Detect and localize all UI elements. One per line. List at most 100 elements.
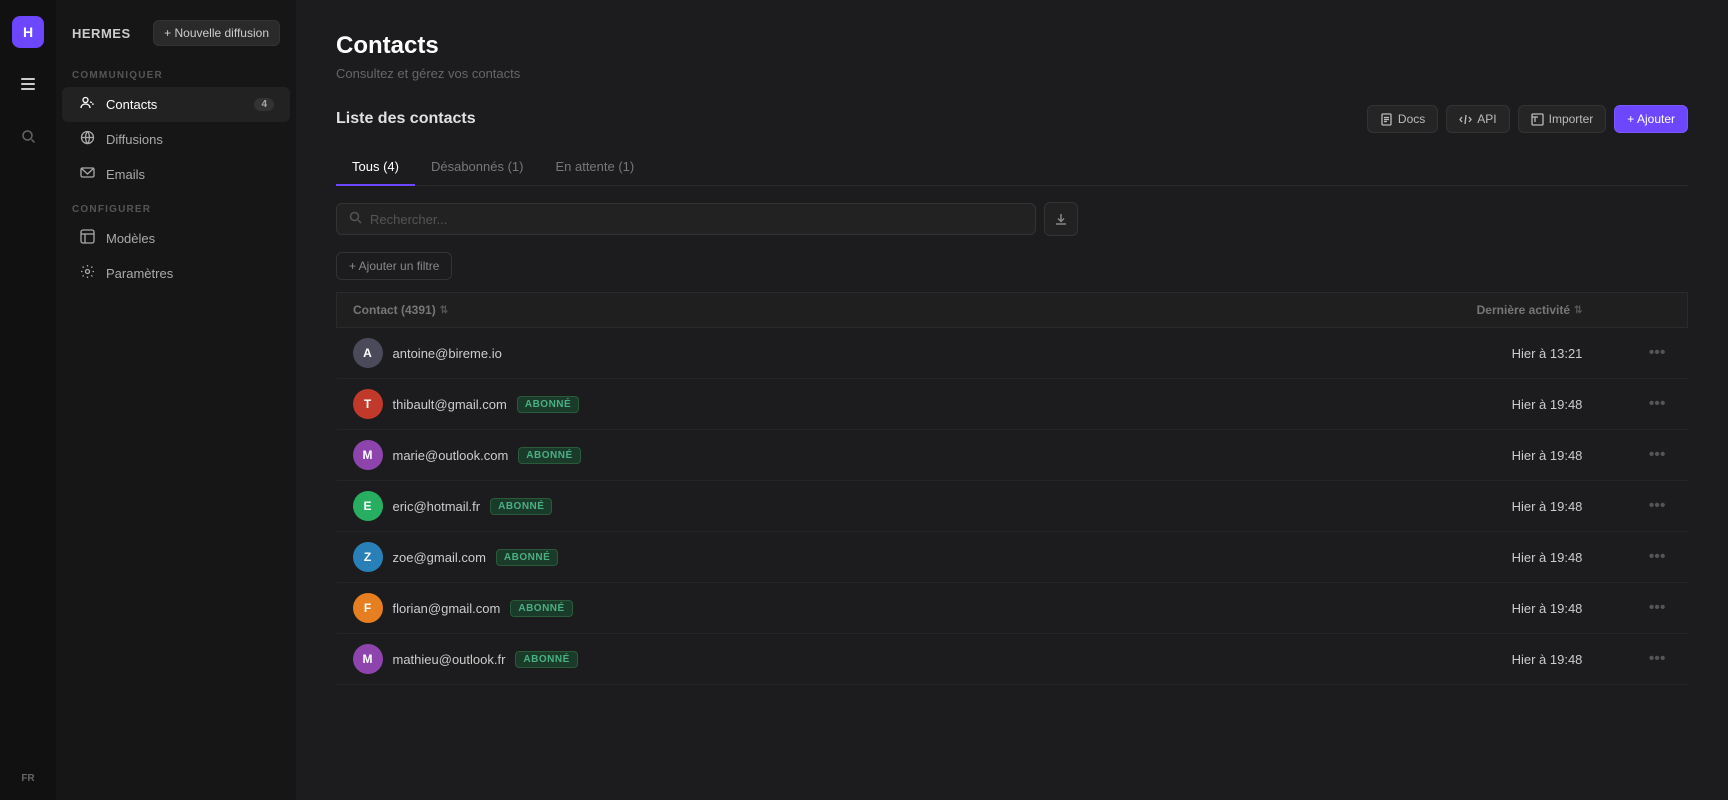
contact-cell: F florian@gmail.com ABONNÉ bbox=[337, 583, 1079, 634]
contacts-icon bbox=[78, 95, 96, 114]
activity-time: Hier à 19:48 bbox=[1079, 532, 1599, 583]
avatar: Z bbox=[353, 542, 383, 572]
sidebar-item-diffusions[interactable]: Diffusions bbox=[62, 122, 290, 157]
list-title: Liste des contacts bbox=[336, 110, 476, 128]
table-row[interactable]: Z zoe@gmail.com ABONNÉ Hier à 19:48 ••• bbox=[337, 532, 1688, 583]
col-contact-header[interactable]: Contact (4391) ⇅ bbox=[337, 293, 1079, 328]
row-menu-button[interactable]: ••• bbox=[1643, 444, 1672, 466]
contact-email: thibault@gmail.com bbox=[393, 397, 507, 412]
page-title: Contacts bbox=[336, 32, 1688, 60]
parametres-icon bbox=[78, 264, 96, 283]
importer-button[interactable]: Importer bbox=[1518, 105, 1607, 133]
avatar: M bbox=[353, 644, 383, 674]
contact-cell: E eric@hotmail.fr ABONNÉ bbox=[337, 481, 1079, 532]
list-actions: Docs API bbox=[1367, 105, 1688, 133]
contacts-label: Contacts bbox=[106, 97, 157, 112]
row-menu-button[interactable]: ••• bbox=[1643, 546, 1672, 568]
status-badge: ABONNÉ bbox=[515, 651, 577, 668]
avatar: M bbox=[353, 440, 383, 470]
activity-time: Hier à 19:48 bbox=[1079, 430, 1599, 481]
search-input[interactable] bbox=[370, 212, 1023, 227]
sidebar-item-parametres[interactable]: Paramètres bbox=[62, 256, 290, 291]
row-actions: ••• bbox=[1598, 379, 1687, 430]
table-row[interactable]: T thibault@gmail.com ABONNÉ Hier à 19:48… bbox=[337, 379, 1688, 430]
row-actions: ••• bbox=[1598, 634, 1687, 685]
search-box[interactable] bbox=[336, 203, 1036, 235]
activity-time: Hier à 13:21 bbox=[1079, 328, 1599, 379]
tab-desabonnes[interactable]: Désabonnés (1) bbox=[415, 149, 540, 186]
diffusions-label: Diffusions bbox=[106, 132, 163, 147]
modeles-icon bbox=[78, 229, 96, 248]
status-badge: ABONNÉ bbox=[490, 498, 552, 515]
row-menu-button[interactable]: ••• bbox=[1643, 597, 1672, 619]
lang-badge: FR bbox=[21, 773, 34, 784]
docs-button[interactable]: Docs bbox=[1367, 105, 1438, 133]
add-filter-button[interactable]: + Ajouter un filtre bbox=[336, 252, 452, 280]
emails-icon bbox=[78, 165, 96, 184]
table-row[interactable]: E eric@hotmail.fr ABONNÉ Hier à 19:48 ••… bbox=[337, 481, 1688, 532]
contacts-table: Contact (4391) ⇅ Dernière activité ⇅ bbox=[336, 292, 1688, 685]
page-subtitle: Consultez et gérez vos contacts bbox=[336, 66, 1688, 81]
contact-cell: T thibault@gmail.com ABONNÉ bbox=[337, 379, 1079, 430]
search-rail-icon[interactable] bbox=[12, 120, 44, 152]
tab-tous[interactable]: Tous (4) bbox=[336, 149, 415, 186]
row-menu-button[interactable]: ••• bbox=[1643, 342, 1672, 364]
activity-time: Hier à 19:48 bbox=[1079, 481, 1599, 532]
avatar: F bbox=[353, 593, 383, 623]
contact-email: florian@gmail.com bbox=[393, 601, 501, 616]
download-button[interactable] bbox=[1044, 202, 1078, 236]
table-row[interactable]: A antoine@bireme.io Hier à 13:21 ••• bbox=[337, 328, 1688, 379]
parametres-label: Paramètres bbox=[106, 266, 173, 281]
sidebar-header: HERMES + Nouvelle diffusion bbox=[56, 0, 296, 58]
diffusions-icon bbox=[78, 130, 96, 149]
sidebar-item-contacts[interactable]: Contacts 4 bbox=[62, 87, 290, 122]
docs-icon bbox=[1380, 113, 1393, 126]
status-badge: ABONNÉ bbox=[518, 447, 580, 464]
row-actions: ••• bbox=[1598, 583, 1687, 634]
table-row[interactable]: M marie@outlook.com ABONNÉ Hier à 19:48 … bbox=[337, 430, 1688, 481]
row-menu-button[interactable]: ••• bbox=[1643, 495, 1672, 517]
ajouter-button[interactable]: + Ajouter bbox=[1614, 105, 1688, 133]
app-logo[interactable]: H bbox=[12, 16, 44, 48]
row-actions: ••• bbox=[1598, 532, 1687, 583]
contact-email: eric@hotmail.fr bbox=[393, 499, 481, 514]
row-menu-button[interactable]: ••• bbox=[1643, 648, 1672, 670]
contact-email: zoe@gmail.com bbox=[393, 550, 486, 565]
row-menu-button[interactable]: ••• bbox=[1643, 393, 1672, 415]
contacts-badge: 4 bbox=[254, 98, 274, 111]
activity-time: Hier à 19:48 bbox=[1079, 583, 1599, 634]
status-badge: ABONNÉ bbox=[510, 600, 572, 617]
api-button[interactable]: API bbox=[1446, 105, 1509, 133]
download-icon bbox=[1054, 212, 1068, 226]
list-header: Liste des contacts Docs bbox=[336, 105, 1688, 133]
new-broadcast-button[interactable]: + Nouvelle diffusion bbox=[153, 20, 280, 46]
activity-time: Hier à 19:48 bbox=[1079, 634, 1599, 685]
contact-cell: M mathieu@outlook.fr ABONNÉ bbox=[337, 634, 1079, 685]
importer-icon bbox=[1531, 113, 1544, 126]
contact-cell: A antoine@bireme.io bbox=[337, 328, 1079, 379]
table-row[interactable]: F florian@gmail.com ABONNÉ Hier à 19:48 … bbox=[337, 583, 1688, 634]
sidebar-toggle-icon[interactable] bbox=[12, 68, 44, 100]
sort-icon: ⇅ bbox=[440, 305, 448, 316]
col-activity-header[interactable]: Dernière activité ⇅ bbox=[1079, 293, 1599, 328]
row-actions: ••• bbox=[1598, 328, 1687, 379]
contact-cell: Z zoe@gmail.com ABONNÉ bbox=[337, 532, 1079, 583]
sidebar-item-modeles[interactable]: Modèles bbox=[62, 221, 290, 256]
row-actions: ••• bbox=[1598, 430, 1687, 481]
contact-email: marie@outlook.com bbox=[393, 448, 509, 463]
modeles-label: Modèles bbox=[106, 231, 155, 246]
search-icon bbox=[349, 211, 362, 227]
section-communiquer-label: COMMUNIQUER bbox=[56, 58, 296, 87]
tabs-bar: Tous (4) Désabonnés (1) En attente (1) bbox=[336, 149, 1688, 186]
avatar: E bbox=[353, 491, 383, 521]
main-scroll-area: Contacts Consultez et gérez vos contacts… bbox=[296, 0, 1728, 800]
col-actions-header bbox=[1598, 293, 1687, 328]
contact-email: mathieu@outlook.fr bbox=[393, 652, 506, 667]
table-row[interactable]: M mathieu@outlook.fr ABONNÉ Hier à 19:48… bbox=[337, 634, 1688, 685]
api-icon bbox=[1459, 113, 1472, 126]
contact-email: antoine@bireme.io bbox=[393, 346, 502, 361]
sidebar-item-emails[interactable]: Emails bbox=[62, 157, 290, 192]
status-badge: ABONNÉ bbox=[517, 396, 579, 413]
tab-en-attente[interactable]: En attente (1) bbox=[539, 149, 650, 186]
main-content-area: Contacts Consultez et gérez vos contacts… bbox=[296, 0, 1728, 800]
